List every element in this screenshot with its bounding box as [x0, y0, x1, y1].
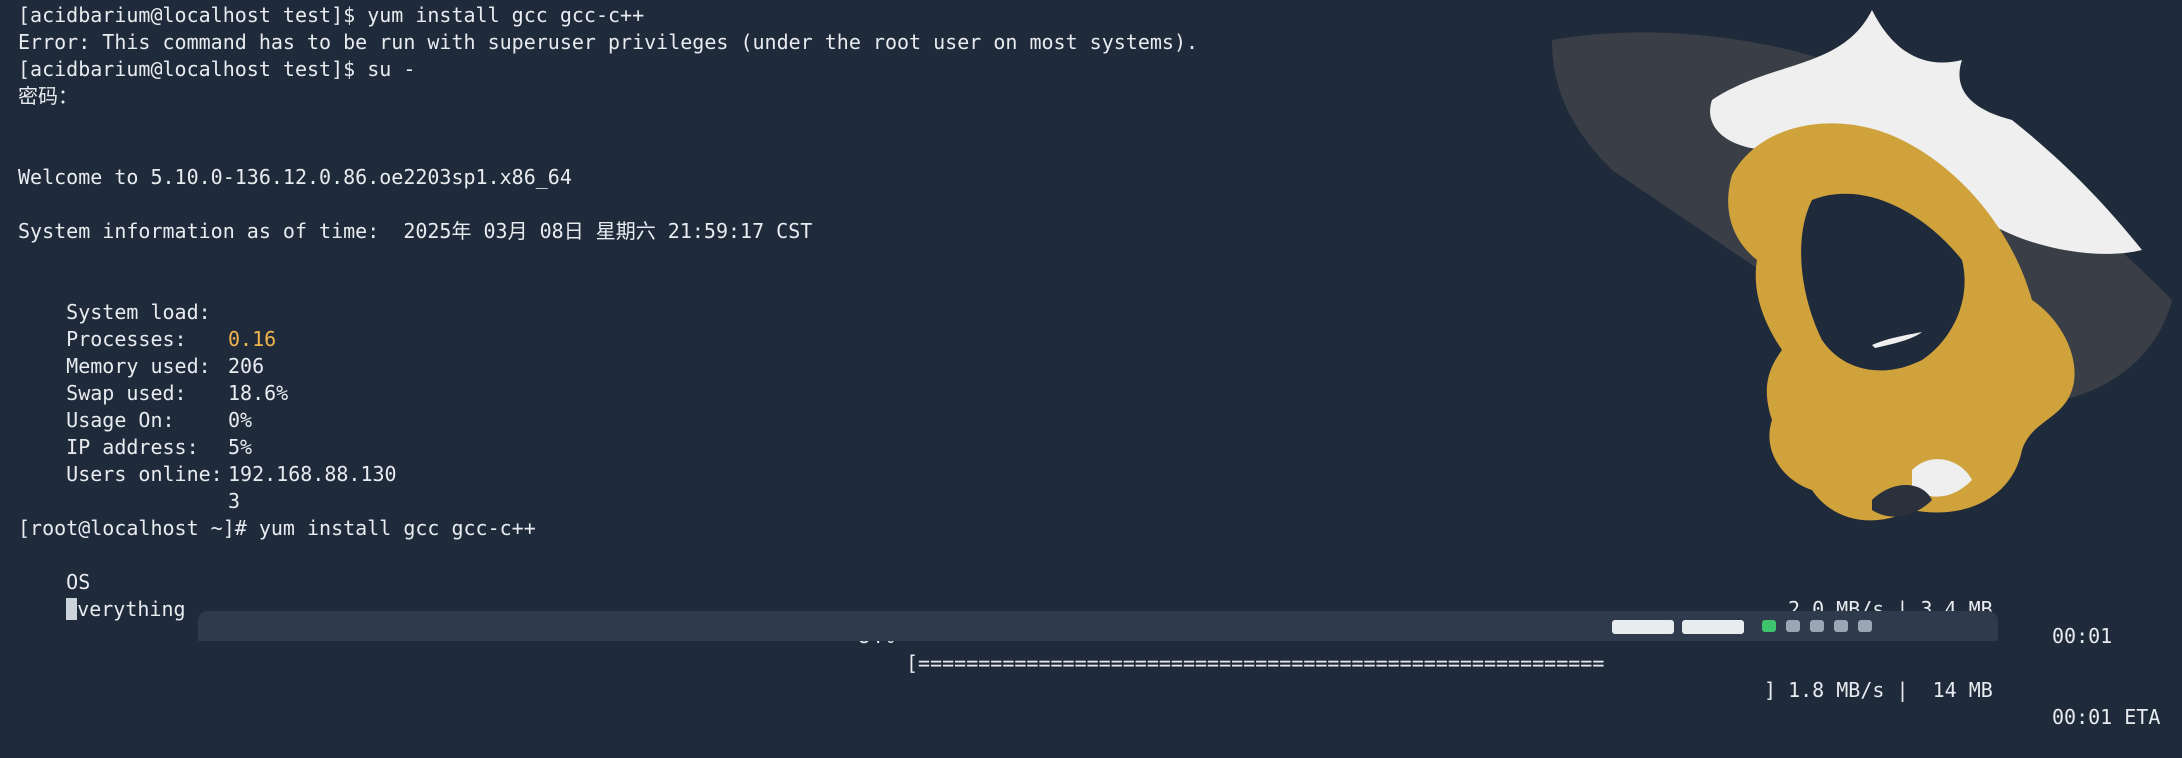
taskbar-button[interactable]: [1682, 620, 1744, 634]
sysinfo-time-line: System information as of time: 2025年 03月…: [18, 219, 813, 243]
cursor-block: [66, 598, 78, 620]
progress-bar: [=======================================…: [906, 651, 1605, 675]
save-icon[interactable]: [1810, 620, 1824, 632]
repo-name: verything: [77, 597, 186, 621]
stat-value: 0%: [228, 408, 253, 432]
elapsed-time: 00:01: [2052, 624, 2113, 648]
prompt-line-1: [acidbarium@localhost test]$ yum install…: [18, 3, 645, 27]
arrow-icon[interactable]: [1858, 620, 1872, 632]
settings-icon[interactable]: [1834, 620, 1848, 632]
terminal-window[interactable]: [acidbarium@localhost test]$ yum install…: [0, 0, 2182, 729]
rate-size: ] 1.8 MB/s | 14 MB: [1764, 678, 1993, 702]
stat-row: Users online: 3: [18, 434, 240, 513]
welcome-line: Welcome to 5.10.0-136.12.0.86.oe2203sp1.…: [18, 165, 572, 189]
password-prompt: 密码：: [18, 84, 78, 108]
taskbar-button[interactable]: [1612, 620, 1674, 634]
stat-row: System load: 0.16: [18, 272, 276, 351]
eta-text: 00:01 ETA: [2052, 705, 2161, 729]
prompt-line-2: [acidbarium@localhost test]$ su -: [18, 57, 416, 81]
status-icon[interactable]: [1762, 620, 1776, 632]
lock-icon[interactable]: [1786, 620, 1800, 632]
root-prompt-line: [root@localhost ~]# yum install gcc gcc-…: [18, 516, 536, 540]
stat-value: 18.6%: [228, 381, 289, 405]
error-line: Error: This command has to be run with s…: [18, 30, 1199, 54]
stat-value: 0.16: [228, 327, 277, 351]
stat-row: IP address: 192.168.88.130: [18, 407, 396, 486]
stat-row: Swap used: 0%: [18, 353, 252, 432]
stat-value: 192.168.88.130: [228, 462, 397, 486]
stat-row: Usage On: 5%: [18, 380, 252, 459]
everything-progress-line: verything 84% [=========================…: [18, 569, 2160, 729]
stat-value: 5%: [228, 435, 253, 459]
stat-row: Processes: 206: [18, 299, 264, 378]
stat-label: Users online:: [66, 462, 223, 486]
witch-silhouette-art: [1552, 10, 2172, 521]
stat-row: Memory used: 18.6%: [18, 326, 288, 405]
stat-value: 3: [228, 489, 241, 513]
stat-value: 206: [228, 354, 265, 378]
